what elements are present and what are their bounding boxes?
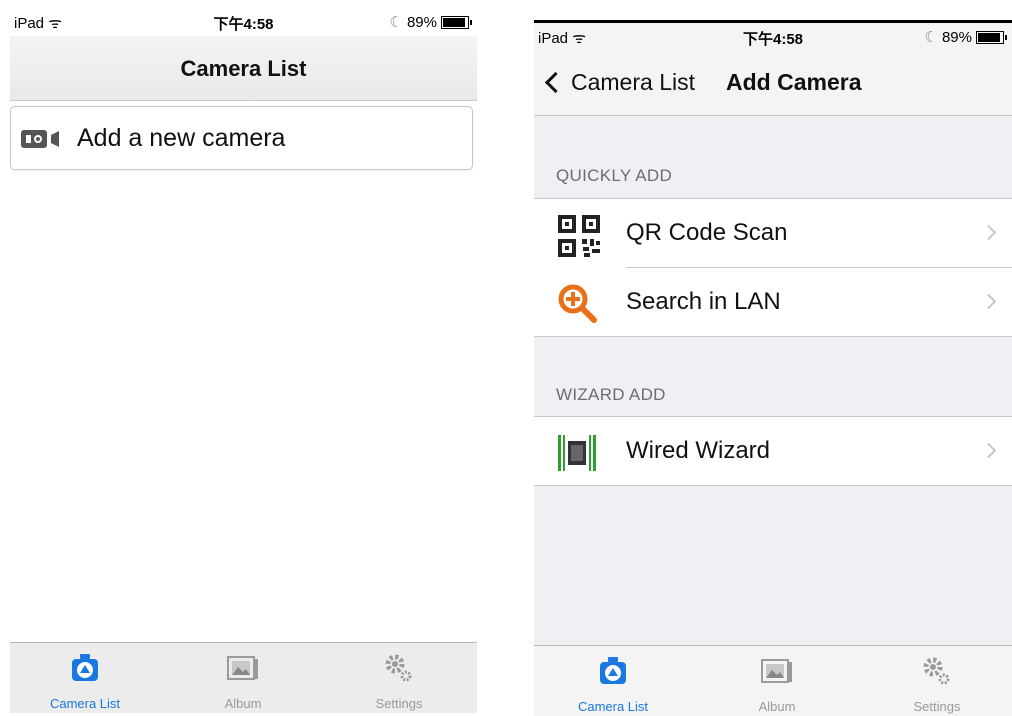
qr-code-icon xyxy=(556,213,602,264)
tab-camera-list[interactable]: Camera List xyxy=(10,643,160,713)
status-bar: iPad ᯤ 下午4:58 ☾ 89% xyxy=(534,23,1012,51)
battery-percent: 89% xyxy=(941,28,972,46)
section-header-wizard-add: WIZARD ADD xyxy=(556,385,666,404)
nav-bar: Camera List xyxy=(10,36,477,101)
chevron-left-icon xyxy=(544,71,567,94)
row-label: Search in LAN xyxy=(626,288,781,315)
moon-icon: ☾ xyxy=(389,14,403,31)
tab-settings[interactable]: Settings xyxy=(862,646,1012,716)
chevron-right-icon xyxy=(980,293,997,310)
camera-icon xyxy=(69,653,101,690)
battery-percent: 89% xyxy=(406,13,437,31)
tab-label: Camera List xyxy=(49,696,121,711)
gear-icon xyxy=(922,656,952,691)
quickly-add-group: QR Code Scan Search in LAN xyxy=(534,198,1012,337)
battery-icon xyxy=(441,15,472,29)
wired-wizard-row[interactable]: Wired Wizard xyxy=(534,417,1012,485)
wizard-add-group: Wired Wizard xyxy=(534,416,1012,486)
add-camera-label: Add a new camera xyxy=(77,124,286,152)
tab-settings[interactable]: Settings xyxy=(324,643,474,713)
qr-code-scan-row[interactable]: QR Code Scan xyxy=(534,199,1012,267)
add-camera-screen: iPad ᯤ 下午4:58 ☾ 89% Camera List Add Came… xyxy=(534,20,1012,716)
page-title: Camera List xyxy=(180,56,307,81)
status-bar: iPad ᯤ 下午4:58 ☾ 89% xyxy=(10,8,477,36)
battery-icon xyxy=(976,30,1007,44)
chevron-right-icon xyxy=(980,224,997,241)
search-in-lan-row[interactable]: Search in LAN xyxy=(534,268,1012,336)
video-camera-icon xyxy=(21,129,69,154)
camera-list-screen: iPad ᯤ 下午4:58 ☾ 89% Camera List Add a ne… xyxy=(10,8,477,713)
wired-wizard-icon xyxy=(556,431,602,480)
camera-icon xyxy=(597,656,629,693)
tab-album[interactable]: Album xyxy=(168,643,318,713)
back-button[interactable]: Camera List xyxy=(544,69,695,96)
tab-label: Camera List xyxy=(577,699,649,714)
row-label: Wired Wizard xyxy=(626,437,771,464)
tab-label: Album xyxy=(758,699,796,714)
page-title: Add Camera xyxy=(726,69,862,95)
search-plus-icon xyxy=(556,282,602,333)
tab-album[interactable]: Album xyxy=(702,646,852,716)
gear-icon xyxy=(384,653,414,688)
section-header-quickly-add: QUICKLY ADD xyxy=(556,166,673,185)
tab-bar: Camera List Album Settings xyxy=(10,642,477,713)
add-new-camera-button[interactable]: Add a new camera xyxy=(10,106,473,170)
row-label: QR Code Scan xyxy=(626,219,788,246)
tab-camera-list[interactable]: Camera List xyxy=(538,646,688,716)
nav-bar: Camera List Add Camera xyxy=(534,51,1012,116)
moon-icon: ☾ xyxy=(924,29,938,46)
tab-label: Settings xyxy=(375,696,423,711)
album-icon xyxy=(226,653,260,688)
back-label: Camera List xyxy=(571,69,695,95)
tab-label: Settings xyxy=(913,699,961,714)
battery-area: ☾ 89% xyxy=(389,13,472,31)
tab-label: Album xyxy=(224,696,262,711)
tab-bar: Camera List Album Settings xyxy=(534,645,1012,716)
chevron-right-icon xyxy=(980,442,997,459)
album-icon xyxy=(760,656,794,691)
battery-area: ☾ 89% xyxy=(924,28,1007,46)
